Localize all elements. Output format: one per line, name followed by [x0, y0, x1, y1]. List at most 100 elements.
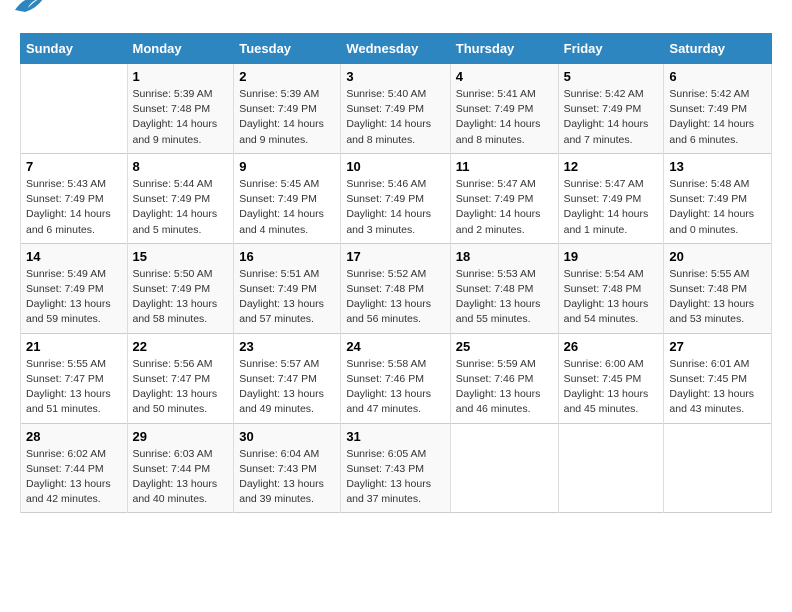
header-thursday: Thursday: [450, 34, 558, 64]
day-info: Sunrise: 5:40 AMSunset: 7:49 PMDaylight:…: [346, 87, 444, 148]
calendar-header-row: SundayMondayTuesdayWednesdayThursdayFrid…: [21, 34, 772, 64]
day-number: 14: [26, 249, 122, 264]
day-number: 4: [456, 69, 553, 84]
day-cell: 11 Sunrise: 5:47 AMSunset: 7:49 PMDayligh…: [450, 153, 558, 243]
week-row-4: 21Sunrise: 5:55 AMSunset: 7:47 PMDayligh…: [21, 333, 772, 423]
day-cell: 18Sunrise: 5:53 AMSunset: 7:48 PMDayligh…: [450, 243, 558, 333]
day-number: 31: [346, 429, 444, 444]
day-info: Sunrise: 5:46 AMSunset: 7:49 PMDaylight:…: [346, 177, 444, 238]
day-cell: 7 Sunrise: 5:43 AMSunset: 7:49 PMDaylight…: [21, 153, 128, 243]
day-number: 22: [133, 339, 229, 354]
day-info: Sunrise: 6:02 AMSunset: 7:44 PMDaylight:…: [26, 447, 122, 508]
day-number: 27: [669, 339, 766, 354]
day-info: Sunrise: 5:45 AMSunset: 7:49 PMDaylight:…: [239, 177, 335, 238]
week-row-1: 1Sunrise: 5:39 AMSunset: 7:48 PMDaylight…: [21, 64, 772, 154]
day-number: 7: [26, 159, 122, 174]
day-cell: [558, 423, 664, 513]
day-number: 11: [456, 159, 553, 174]
day-number: 28: [26, 429, 122, 444]
day-info: Sunrise: 5:54 AMSunset: 7:48 PMDaylight:…: [564, 267, 659, 328]
day-number: 17: [346, 249, 444, 264]
day-number: 15: [133, 249, 229, 264]
day-number: 6: [669, 69, 766, 84]
day-info: Sunrise: 5:39 AMSunset: 7:48 PMDaylight:…: [133, 87, 229, 148]
day-info: Sunrise: 5:52 AMSunset: 7:48 PMDaylight:…: [346, 267, 444, 328]
day-info: Sunrise: 5:42 AMSunset: 7:49 PMDaylight:…: [564, 87, 659, 148]
day-info: Sunrise: 5:57 AMSunset: 7:47 PMDaylight:…: [239, 357, 335, 418]
week-row-5: 28 Sunrise: 6:02 AMSunset: 7:44 PMDayligh…: [21, 423, 772, 513]
day-cell: 14 Sunrise: 5:49 AMSunset: 7:49 PMDayligh…: [21, 243, 128, 333]
day-cell: 5 Sunrise: 5:42 AMSunset: 7:49 PMDaylight…: [558, 64, 664, 154]
day-cell: 30 Sunrise: 6:04 AMSunset: 7:43 PMDayligh…: [234, 423, 341, 513]
day-info: Sunrise: 6:05 AMSunset: 7:43 PMDaylight:…: [346, 447, 444, 508]
day-number: 3: [346, 69, 444, 84]
day-cell: 20Sunrise: 5:55 AMSunset: 7:48 PMDayligh…: [664, 243, 772, 333]
week-row-2: 7 Sunrise: 5:43 AMSunset: 7:49 PMDaylight…: [21, 153, 772, 243]
day-info: Sunrise: 5:51 AMSunset: 7:49 PMDaylight:…: [239, 267, 335, 328]
page-header: [20, 20, 772, 23]
day-cell: 29 Sunrise: 6:03 AMSunset: 7:44 PMDayligh…: [127, 423, 234, 513]
day-info: Sunrise: 5:50 AMSunset: 7:49 PMDaylight:…: [133, 267, 229, 328]
header-wednesday: Wednesday: [341, 34, 450, 64]
day-cell: 15 Sunrise: 5:50 AMSunset: 7:49 PMDayligh…: [127, 243, 234, 333]
day-number: 26: [564, 339, 659, 354]
logo-bird-icon: [10, 0, 48, 18]
day-info: Sunrise: 5:43 AMSunset: 7:49 PMDaylight:…: [26, 177, 122, 238]
day-info: Sunrise: 5:53 AMSunset: 7:48 PMDaylight:…: [456, 267, 553, 328]
day-cell: 12Sunrise: 5:47 AMSunset: 7:49 PMDayligh…: [558, 153, 664, 243]
day-cell: 25 Sunrise: 5:59 AMSunset: 7:46 PMDayligh…: [450, 333, 558, 423]
day-cell: [664, 423, 772, 513]
day-info: Sunrise: 5:47 AMSunset: 7:49 PMDaylight:…: [564, 177, 659, 238]
day-number: 2: [239, 69, 335, 84]
day-number: 25: [456, 339, 553, 354]
day-number: 24: [346, 339, 444, 354]
day-number: 8: [133, 159, 229, 174]
day-number: 20: [669, 249, 766, 264]
day-number: 10: [346, 159, 444, 174]
day-info: Sunrise: 5:41 AMSunset: 7:49 PMDaylight:…: [456, 87, 553, 148]
day-info: Sunrise: 5:58 AMSunset: 7:46 PMDaylight:…: [346, 357, 444, 418]
logo: [20, 20, 48, 23]
week-row-3: 14 Sunrise: 5:49 AMSunset: 7:49 PMDayligh…: [21, 243, 772, 333]
day-info: Sunrise: 5:48 AMSunset: 7:49 PMDaylight:…: [669, 177, 766, 238]
day-cell: 9 Sunrise: 5:45 AMSunset: 7:49 PMDaylight…: [234, 153, 341, 243]
day-number: 5: [564, 69, 659, 84]
day-cell: 28 Sunrise: 6:02 AMSunset: 7:44 PMDayligh…: [21, 423, 128, 513]
day-number: 30: [239, 429, 335, 444]
day-number: 19: [564, 249, 659, 264]
day-number: 9: [239, 159, 335, 174]
day-number: 23: [239, 339, 335, 354]
day-info: Sunrise: 5:55 AMSunset: 7:47 PMDaylight:…: [26, 357, 122, 418]
header-tuesday: Tuesday: [234, 34, 341, 64]
day-cell: 13 Sunrise: 5:48 AMSunset: 7:49 PMDayligh…: [664, 153, 772, 243]
day-cell: 23 Sunrise: 5:57 AMSunset: 7:47 PMDayligh…: [234, 333, 341, 423]
day-cell: 27 Sunrise: 6:01 AMSunset: 7:45 PMDayligh…: [664, 333, 772, 423]
day-cell: [21, 64, 128, 154]
day-cell: 26 Sunrise: 6:00 AMSunset: 7:45 PMDayligh…: [558, 333, 664, 423]
day-info: Sunrise: 5:49 AMSunset: 7:49 PMDaylight:…: [26, 267, 122, 328]
day-cell: 10 Sunrise: 5:46 AMSunset: 7:49 PMDayligh…: [341, 153, 450, 243]
day-info: Sunrise: 5:47 AMSunset: 7:49 PMDaylight:…: [456, 177, 553, 238]
day-cell: 8 Sunrise: 5:44 AMSunset: 7:49 PMDaylight…: [127, 153, 234, 243]
day-cell: 3 Sunrise: 5:40 AMSunset: 7:49 PMDaylight…: [341, 64, 450, 154]
day-number: 29: [133, 429, 229, 444]
day-info: Sunrise: 5:44 AMSunset: 7:49 PMDaylight:…: [133, 177, 229, 238]
day-cell: 1Sunrise: 5:39 AMSunset: 7:48 PMDaylight…: [127, 64, 234, 154]
day-info: Sunrise: 5:59 AMSunset: 7:46 PMDaylight:…: [456, 357, 553, 418]
day-info: Sunrise: 6:00 AMSunset: 7:45 PMDaylight:…: [564, 357, 659, 418]
day-number: 13: [669, 159, 766, 174]
day-cell: 31 Sunrise: 6:05 AMSunset: 7:43 PMDayligh…: [341, 423, 450, 513]
day-cell: [450, 423, 558, 513]
day-cell: 6 Sunrise: 5:42 AMSunset: 7:49 PMDaylight…: [664, 64, 772, 154]
day-info: Sunrise: 6:03 AMSunset: 7:44 PMDaylight:…: [133, 447, 229, 508]
calendar-table: SundayMondayTuesdayWednesdayThursdayFrid…: [20, 33, 772, 513]
day-info: Sunrise: 6:01 AMSunset: 7:45 PMDaylight:…: [669, 357, 766, 418]
day-cell: 21Sunrise: 5:55 AMSunset: 7:47 PMDayligh…: [21, 333, 128, 423]
day-cell: 19 Sunrise: 5:54 AMSunset: 7:48 PMDayligh…: [558, 243, 664, 333]
day-cell: 22Sunrise: 5:56 AMSunset: 7:47 PMDayligh…: [127, 333, 234, 423]
day-cell: 16Sunrise: 5:51 AMSunset: 7:49 PMDayligh…: [234, 243, 341, 333]
day-info: Sunrise: 5:42 AMSunset: 7:49 PMDaylight:…: [669, 87, 766, 148]
day-cell: 2Sunrise: 5:39 AMSunset: 7:49 PMDaylight…: [234, 64, 341, 154]
day-info: Sunrise: 6:04 AMSunset: 7:43 PMDaylight:…: [239, 447, 335, 508]
header-monday: Monday: [127, 34, 234, 64]
